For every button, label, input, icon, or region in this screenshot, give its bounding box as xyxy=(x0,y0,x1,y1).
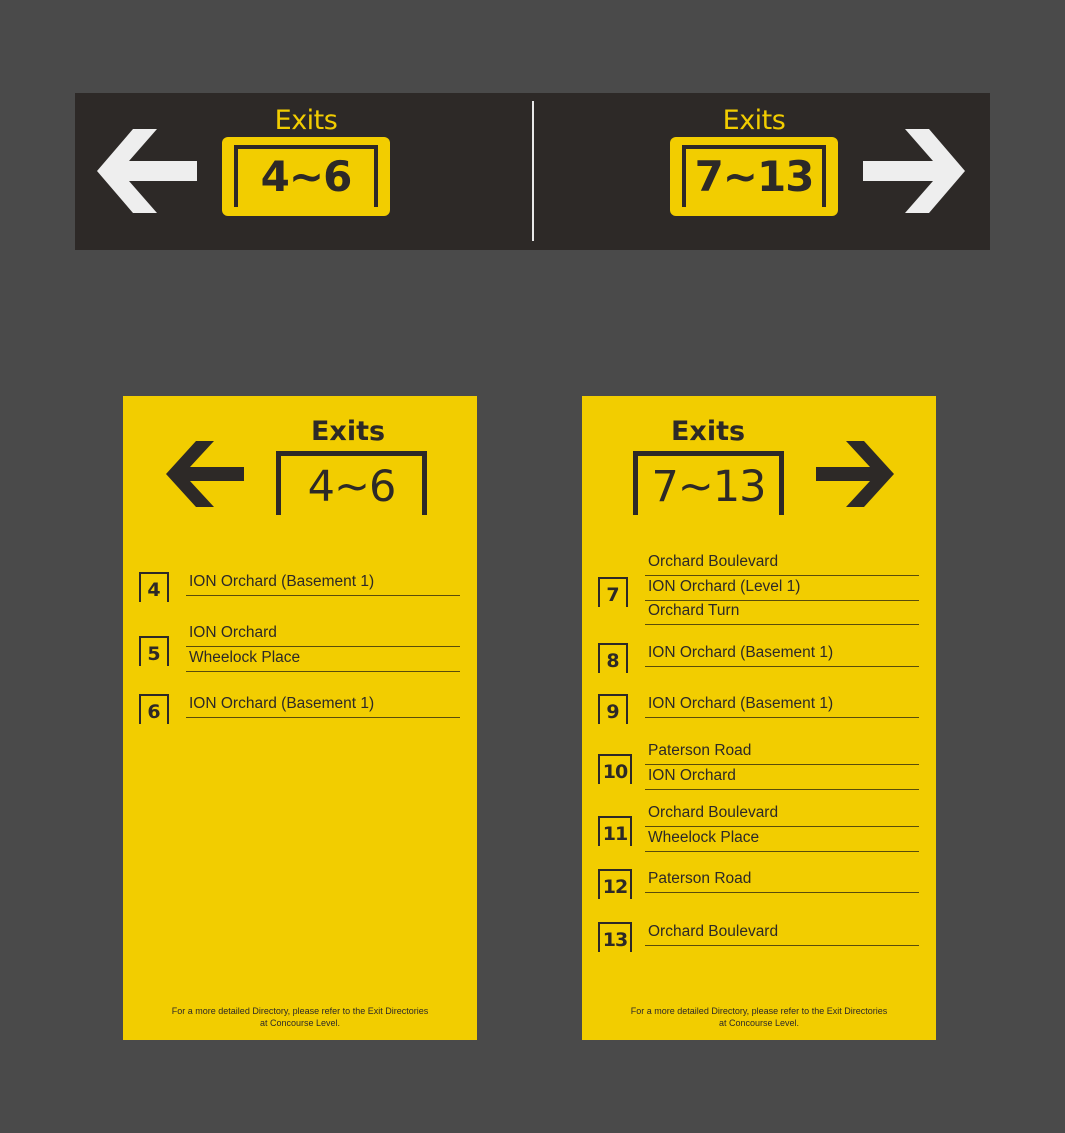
panel-left-footer: For a more detailed Directory, please re… xyxy=(123,1005,477,1029)
overhead-left-range: 4~6 xyxy=(260,152,353,201)
destination-rule xyxy=(645,850,919,852)
overhead-left-range-box: 4~6 xyxy=(222,137,390,216)
destination-rule xyxy=(186,670,460,672)
footer-line: at Concourse Level. xyxy=(718,1018,800,1028)
destination-rule xyxy=(186,717,460,718)
exit-destination: ION Orchard (Basement 1) xyxy=(648,644,834,661)
footer-line: For a more detailed Directory, please re… xyxy=(171,1006,429,1016)
destination-rule xyxy=(645,826,919,827)
panel-right-range: 7~13 xyxy=(651,462,766,512)
exit-row: 4 ION Orchard (Basement 1) xyxy=(123,572,477,603)
destination-rule xyxy=(645,666,919,667)
panel-left-range: 4~6 xyxy=(307,462,397,512)
overhead-left-heading: Exits xyxy=(274,105,338,136)
panel-exits-7-13: Exits 7~13 7 Orchard Boulevard ION Orchard… xyxy=(582,396,936,1040)
overhead-right-range: 7~13 xyxy=(694,152,815,201)
exit-number-badge: 13 xyxy=(598,922,632,953)
overhead-sign: Exits 4~6 Exits 7~13 xyxy=(75,93,990,250)
exit-destination: Paterson Road xyxy=(648,742,752,759)
exit-row: 7 Orchard Boulevard ION Orchard (Level 1) O… xyxy=(582,553,936,627)
exit-number-badge: 12 xyxy=(598,869,632,900)
exit-row: 12 Paterson Road xyxy=(582,869,936,900)
exit-row: 10 Paterson Road ION Orchard xyxy=(582,742,936,791)
overhead-right-range-box: 7~13 xyxy=(670,137,838,216)
exit-row: 8 ION Orchard (Basement 1) xyxy=(582,643,936,674)
exit-destination: Orchard Turn xyxy=(648,602,740,619)
overhead-right-heading: Exits xyxy=(722,105,786,136)
overhead-divider xyxy=(532,101,534,241)
exit-destination: ION Orchard xyxy=(648,766,736,784)
exit-destination: Orchard Boulevard xyxy=(648,553,779,570)
panel-right-footer: For a more detailed Directory, please re… xyxy=(582,1005,936,1029)
exit-destination: ION Orchard (Basement 1) xyxy=(648,695,834,712)
arrow-left-icon xyxy=(166,441,244,507)
exit-number-badge: 4 xyxy=(139,572,169,603)
destination-rule xyxy=(645,945,919,946)
exit-row: 5 ION Orchard Wheelock Place xyxy=(123,624,477,673)
destination-rule xyxy=(645,764,919,765)
exit-number-badge: 8 xyxy=(598,643,628,674)
exit-number-badge: 7 xyxy=(598,576,628,607)
footer-line: For a more detailed Directory, please re… xyxy=(630,1006,888,1016)
arrow-left-icon xyxy=(97,129,197,213)
destination-rule xyxy=(645,575,919,576)
destination-rule xyxy=(186,646,460,647)
exit-destination: Orchard Boulevard xyxy=(648,923,779,940)
destination-rule xyxy=(645,599,919,601)
exit-destination: Wheelock Place xyxy=(189,648,301,666)
destination-rule xyxy=(645,788,919,790)
arrow-right-icon xyxy=(816,441,894,507)
exit-destination: Wheelock Place xyxy=(648,828,760,846)
exit-row: 13 Orchard Boulevard xyxy=(582,922,936,953)
exit-row: 9 ION Orchard (Basement 1) xyxy=(582,694,936,725)
destination-rule xyxy=(186,595,460,596)
arrow-right-icon xyxy=(863,129,965,213)
exit-number-badge: 11 xyxy=(598,815,632,846)
exit-destination: Orchard Boulevard xyxy=(648,804,779,821)
destination-rule xyxy=(645,624,919,625)
exit-destination: ION Orchard xyxy=(189,624,277,641)
exit-destination: Paterson Road xyxy=(648,870,752,887)
panel-left-heading: Exits xyxy=(310,416,386,447)
panel-exits-4-6: Exits 4~6 4 ION Orchard (Basement 1) 5 ION … xyxy=(123,396,477,1040)
exit-row: 6 ION Orchard (Basement 1) xyxy=(123,694,477,725)
exit-destination: ION Orchard (Basement 1) xyxy=(189,695,375,712)
exit-number-badge: 5 xyxy=(139,635,169,666)
exit-number-badge: 6 xyxy=(139,694,169,725)
footer-line: at Concourse Level. xyxy=(259,1018,341,1028)
exit-number-badge: 10 xyxy=(598,753,632,784)
exit-number-badge: 9 xyxy=(598,694,628,725)
panel-right-heading: Exits xyxy=(670,416,746,447)
exit-destination: ION Orchard (Level 1) xyxy=(648,577,801,595)
destination-rule xyxy=(645,892,919,893)
destination-rule xyxy=(645,717,919,718)
exit-destination: ION Orchard (Basement 1) xyxy=(189,573,375,590)
exit-row: 11 Orchard Boulevard Wheelock Place xyxy=(582,804,936,853)
